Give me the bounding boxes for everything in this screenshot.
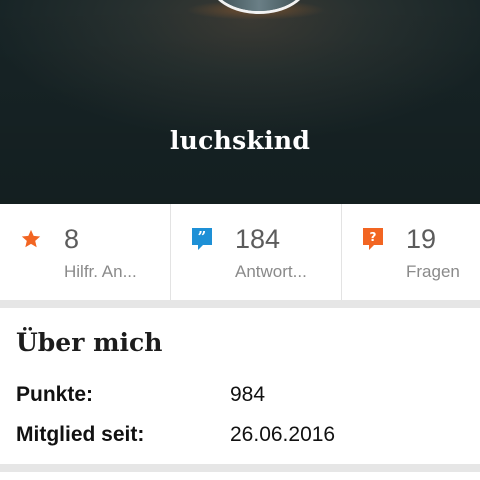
username: luchskind [169, 126, 311, 155]
avatar[interactable] [210, 0, 308, 14]
question-bubble-icon: ? [363, 228, 383, 250]
stat-answers[interactable]: ” 184 Antwort... [170, 204, 341, 300]
stat-label: Antwort... [235, 262, 307, 281]
profile-header: luchskind [0, 0, 480, 204]
member-since-label: Mitglied seit: [16, 423, 145, 446]
stat-value: 19 [406, 224, 437, 254]
member-since-value: 26.06.2016 [230, 423, 336, 446]
svg-text:?: ? [370, 230, 377, 244]
about-card: Über mich Punkte: 984 Mitglied seit: 26.… [0, 308, 480, 464]
quote-bubble-icon: ” [192, 228, 212, 250]
stat-value: 8 [64, 224, 80, 254]
svg-text:”: ” [198, 228, 207, 246]
stats-bar: 8 Hilfr. An... ” 184 Antwort... ? 19 Fra… [0, 204, 480, 300]
stat-helpful-answers[interactable]: 8 Hilfr. An... [0, 204, 170, 300]
points-value: 984 [230, 383, 266, 406]
about-title: Über mich [16, 328, 163, 357]
stat-label: Fragen [406, 262, 460, 281]
stat-label: Hilfr. An... [64, 262, 137, 281]
stat-value: 184 [235, 224, 281, 254]
points-label: Punkte: [16, 383, 94, 406]
stat-questions[interactable]: ? 19 Fragen [341, 204, 480, 300]
next-card-edge [0, 472, 480, 480]
star-icon [21, 229, 41, 248]
